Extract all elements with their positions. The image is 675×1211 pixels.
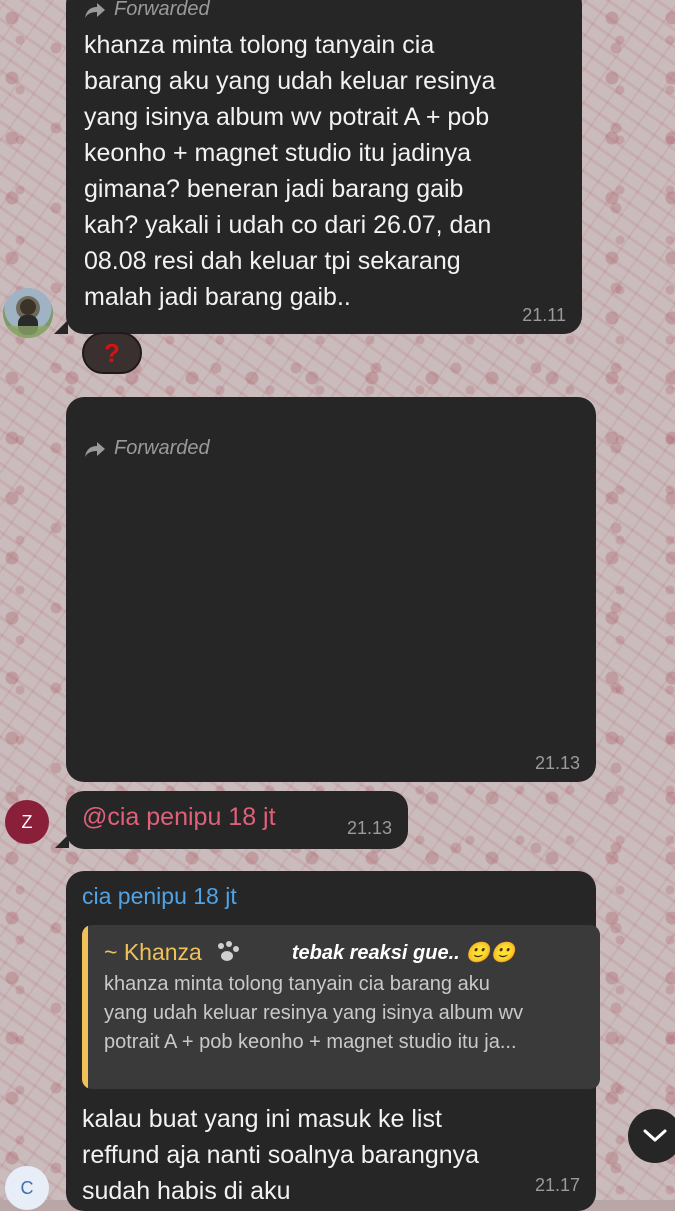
hidden-media: [66, 475, 596, 735]
message-time: 21.17: [534, 1175, 580, 1195]
reply-line: potrait A + pob keonho + magnet studio i…: [104, 1031, 517, 1053]
forwarded-header: Forwarded: [84, 0, 562, 21]
forwarded-label: Forwarded: [114, 437, 210, 459]
message-text: kalau buat yang ini masuk ke list reffun…: [82, 1101, 580, 1209]
avatar-letter: C: [20, 1177, 34, 1198]
scroll-down-button[interactable]: [628, 1109, 675, 1163]
message-line: khanza minta tolong tanyain cia: [84, 31, 435, 59]
chevron-down-icon: [643, 1129, 667, 1142]
message-line: 08.08 resi dah keluar tpi sekarang: [84, 247, 461, 275]
forwarded-message-1[interactable]: Forwarded khanza minta tolong tanyain ci…: [66, 0, 582, 334]
message-time: 21.13: [346, 818, 392, 838]
reply-quote-bar: [82, 925, 88, 1089]
reply-sender-name: ~ Khanza: [104, 939, 202, 965]
message-line: reffund aja nanti soalnya barangnya: [82, 1141, 480, 1169]
mention-message[interactable]: @cia penipu 18 jt 21.13: [66, 791, 408, 849]
sender-name[interactable]: cia penipu 18 jt: [82, 881, 580, 911]
sender-avatar-z[interactable]: Z: [5, 800, 49, 844]
reply-message[interactable]: cia penipu 18 jt ~ Khanza tebak reaksi g…: [66, 871, 600, 1211]
paw-icon: [217, 940, 239, 961]
question-mark-icon: ?: [104, 337, 120, 368]
message-text: khanza minta tolong tanyain cia barang a…: [84, 27, 562, 315]
message-line: sudah habis di aku: [82, 1177, 291, 1205]
forwarded-header: Forwarded: [84, 437, 578, 460]
message-line: malah jadi barang gaib..: [84, 283, 351, 311]
bubble-tail: [54, 320, 68, 334]
message-line: kalau buat yang ini masuk ke list: [82, 1105, 442, 1133]
forwarded-label: Forwarded: [114, 0, 210, 20]
message-time: 21.11: [522, 305, 566, 325]
message-line: kah? yakali i udah co dari 26.07, dan: [84, 211, 492, 239]
message-line: barang aku yang udah keluar resinya: [84, 67, 496, 95]
reply-preview: khanza minta tolong tanyain cia barang a…: [104, 970, 600, 1057]
reply-line: yang udah keluar resinya yang isinya alb…: [104, 1002, 524, 1024]
person-photo-icon: [3, 299, 53, 338]
avatar-letter: Z: [21, 811, 33, 832]
mention-link[interactable]: @cia penipu 18 jt: [82, 803, 276, 831]
message-line: yang isinya album wv potrait A + pob: [84, 103, 490, 131]
forward-arrow-icon: [85, 441, 105, 457]
forward-arrow-icon: [85, 2, 105, 18]
reply-quote[interactable]: ~ Khanza tebak reaksi gue.. 🙂🙂 khanza mi…: [82, 925, 600, 1089]
sender-avatar[interactable]: [3, 288, 53, 338]
message-line: gimana? beneran jadi barang gaib: [84, 175, 464, 203]
reaction-chip[interactable]: ?: [82, 332, 142, 374]
forwarded-message-2[interactable]: Forwarded 21.13: [66, 397, 596, 782]
message-time: 21.13: [534, 753, 580, 773]
story-caption: tebak reaksi gue.. 🙂🙂: [291, 942, 516, 964]
reply-line: khanza minta tolong tanyain cia barang a…: [104, 973, 490, 995]
sender-avatar-c[interactable]: C: [5, 1166, 49, 1210]
message-line: keonho + magnet studio itu jadinya: [84, 139, 472, 167]
